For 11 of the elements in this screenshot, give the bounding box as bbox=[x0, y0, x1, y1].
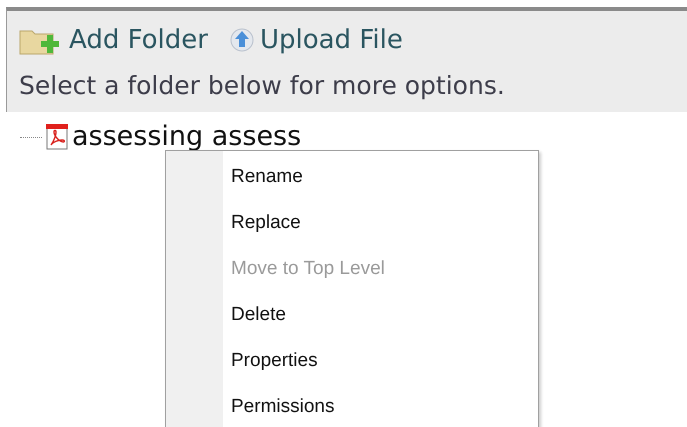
menu-item[interactable]: Replace bbox=[223, 200, 538, 246]
menu-item[interactable]: Delete bbox=[223, 292, 538, 338]
menu-item[interactable]: Permissions bbox=[223, 384, 538, 427]
hint-text: Select a folder below for more options. bbox=[19, 71, 506, 100]
tree-item[interactable]: assessing assess bbox=[72, 122, 302, 152]
pdf-icon bbox=[46, 124, 68, 150]
upload-icon bbox=[230, 27, 254, 53]
add-folder-link[interactable]: Add Folder bbox=[19, 25, 208, 55]
menu-item[interactable]: Rename bbox=[223, 154, 538, 200]
menu-item[interactable]: Properties bbox=[223, 338, 538, 384]
upload-file-link[interactable]: Upload File bbox=[230, 25, 403, 55]
